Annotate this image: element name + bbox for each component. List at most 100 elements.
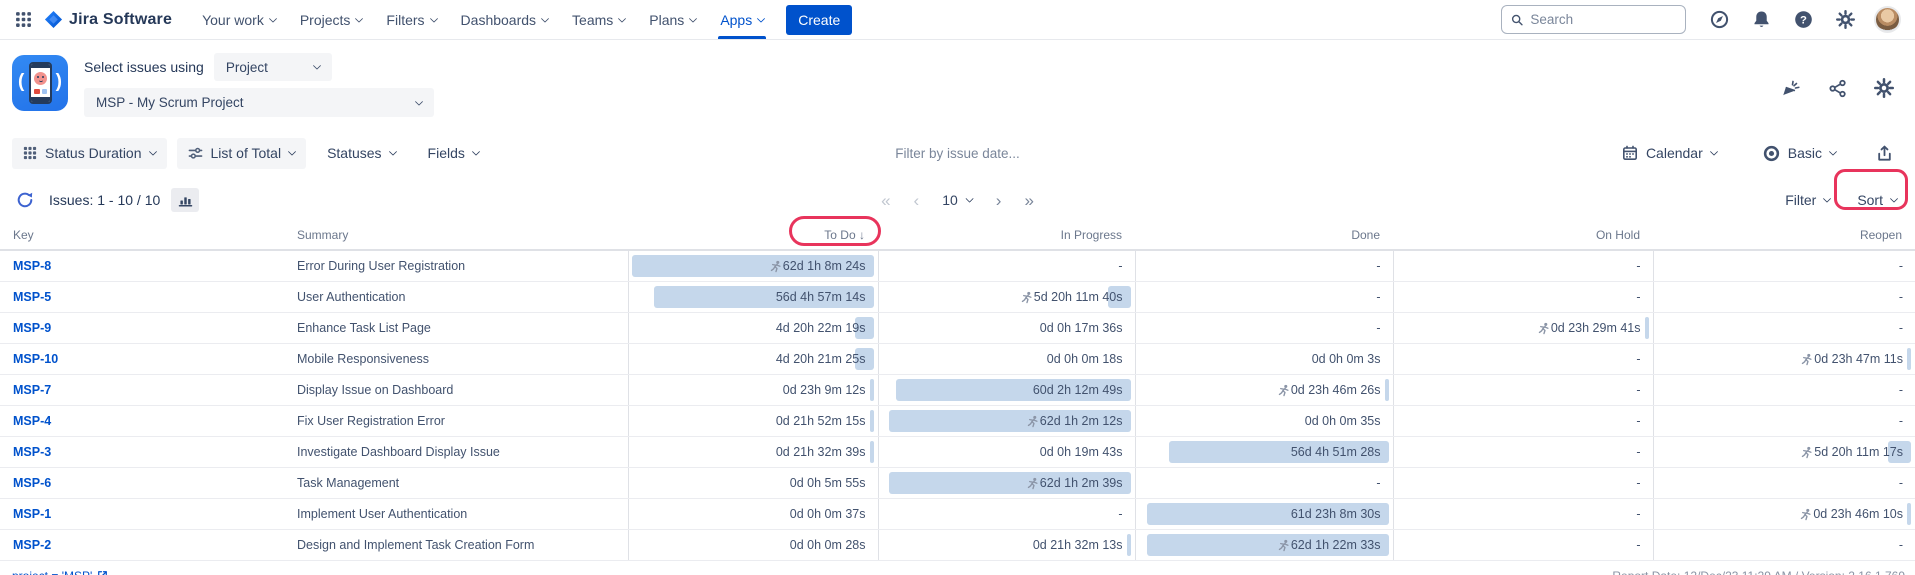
duration-value: 0d 23h 9m 12s — [783, 383, 866, 397]
export-icon[interactable] — [1871, 140, 1897, 166]
eye-icon — [1763, 145, 1780, 162]
nav-item-projects[interactable]: Projects — [288, 0, 375, 39]
chart-view-button[interactable] — [171, 188, 199, 212]
search-input[interactable] — [1530, 12, 1676, 27]
column-header-on-hold[interactable]: On Hold — [1393, 220, 1653, 250]
running-status-icon — [1277, 384, 1290, 397]
issue-key-link[interactable]: MSP-4 — [13, 414, 51, 428]
nav-item-dashboards[interactable]: Dashboards — [449, 0, 561, 39]
detail-level-select[interactable]: Basic — [1752, 138, 1847, 169]
duration-value: 0d 0h 17m 36s — [1040, 321, 1123, 335]
project-select[interactable]: MSP - My Scrum Project — [84, 88, 434, 117]
column-header-to-do[interactable]: To Do ↓ — [628, 220, 878, 250]
column-header-reopen[interactable]: Reopen — [1653, 220, 1915, 250]
column-header-label: Done — [1351, 228, 1380, 242]
view-mode-select[interactable]: List of Total — [177, 138, 307, 169]
nav-item-label: Apps — [720, 12, 752, 28]
issue-key-link[interactable]: MSP-9 — [13, 321, 51, 335]
duration-cell: 56d 4h 57m 14s — [628, 282, 878, 313]
issue-source-select[interactable]: Project — [214, 53, 332, 81]
issue-key-link[interactable]: MSP-7 — [13, 383, 51, 397]
nav-item-filters[interactable]: Filters — [374, 0, 448, 39]
issue-row: MSP-9Enhance Task List Page4d 20h 22m 19… — [0, 313, 1915, 344]
duration-cell: - — [1393, 344, 1653, 375]
duration-cell: - — [1653, 468, 1915, 499]
duration-value: 0d 0h 0m 37s — [790, 507, 866, 521]
chevron-down-icon — [355, 14, 363, 22]
column-header-label: Reopen — [1860, 228, 1902, 242]
sort-dropdown[interactable]: Sort — [1857, 192, 1897, 208]
issue-key-link[interactable]: MSP-6 — [13, 476, 51, 490]
column-header-done[interactable]: Done — [1135, 220, 1393, 250]
issues-count: Issues: 1 - 10 / 10 — [49, 192, 160, 208]
chevron-down-icon — [618, 14, 626, 22]
issue-row: MSP-7Display Issue on Dashboard0d 23h 9m… — [0, 375, 1915, 406]
search-icon — [1511, 13, 1523, 27]
duration-cell: - — [1393, 282, 1653, 313]
first-page-button[interactable]: « — [881, 192, 890, 209]
column-header-label: Summary — [297, 228, 348, 242]
settings-icon[interactable] — [1832, 7, 1858, 33]
empty-duration: - — [1899, 538, 1903, 552]
issue-summary-cell: Implement User Authentication — [284, 499, 628, 530]
issue-summary-cell: Investigate Dashboard Display Issue — [284, 437, 628, 468]
nav-item-your-work[interactable]: Your work — [190, 0, 288, 39]
share-icon[interactable] — [1824, 75, 1850, 101]
help-icon[interactable]: ? — [1790, 7, 1816, 33]
fields-select[interactable]: Fields — [417, 138, 490, 169]
duration-cell: - — [1393, 530, 1653, 561]
issue-key-link[interactable]: MSP-2 — [13, 538, 51, 552]
issue-row: MSP-2Design and Implement Task Creation … — [0, 530, 1915, 561]
column-header-label: To Do — [824, 228, 855, 242]
date-filter[interactable]: Filter by issue date... — [895, 146, 1020, 161]
duration-cell: 4d 20h 22m 19s — [628, 313, 878, 344]
next-page-button[interactable]: › — [996, 192, 1002, 209]
user-avatar[interactable] — [1874, 6, 1901, 33]
duration-cell: 0d 21h 32m 13s — [878, 530, 1135, 561]
nav-item-label: Your work — [202, 12, 264, 28]
issue-key-link[interactable]: MSP-1 — [13, 507, 51, 521]
calendar-select[interactable]: Calendar — [1611, 138, 1728, 169]
notifications-icon[interactable] — [1748, 7, 1774, 33]
duration-cell: - — [1393, 437, 1653, 468]
jql-filter-link[interactable]: project = 'MSP' — [12, 569, 108, 575]
nav-item-apps[interactable]: Apps — [708, 0, 776, 39]
filter-dropdown[interactable]: Filter — [1785, 192, 1830, 208]
duration-cell: - — [1393, 250, 1653, 282]
prev-page-button[interactable]: ‹ — [914, 192, 920, 209]
app-logo-icon: ( ) — [12, 55, 68, 111]
page-size-select[interactable]: 10 — [942, 192, 973, 208]
jira-brand[interactable]: Jira Software — [44, 10, 172, 29]
column-header-in-progress[interactable]: In Progress — [878, 220, 1135, 250]
report-type-select[interactable]: Status Duration — [12, 138, 167, 169]
announcement-icon[interactable] — [1777, 75, 1803, 101]
issue-key-link[interactable]: MSP-8 — [13, 259, 51, 273]
issue-summary-cell: User Authentication — [284, 282, 628, 313]
last-page-button[interactable]: » — [1024, 192, 1033, 209]
top-nav: Jira Software Your work ProjectsFiltersDa… — [0, 0, 1915, 40]
duration-cell: - — [1653, 406, 1915, 437]
chevron-down-icon — [757, 14, 765, 22]
column-header-key[interactable]: Key — [0, 220, 284, 250]
external-link-icon — [97, 570, 108, 575]
nav-item-plans[interactable]: Plans — [637, 0, 708, 39]
duration-cell: 0d 21h 52m 15s — [628, 406, 878, 437]
refresh-icon[interactable] — [12, 187, 38, 213]
chevron-down-icon — [1890, 194, 1898, 202]
issue-key-cell: MSP-6 — [0, 468, 284, 499]
duration-value: 62d 1h 2m 12s — [1040, 414, 1123, 428]
column-header-summary[interactable]: Summary — [284, 220, 628, 250]
discover-icon[interactable] — [1706, 7, 1732, 33]
report-settings-icon[interactable] — [1871, 75, 1897, 101]
nav-item-teams[interactable]: Teams — [560, 0, 637, 39]
create-button[interactable]: Create — [786, 5, 852, 35]
statuses-select[interactable]: Statuses — [316, 138, 406, 169]
chevron-down-icon — [388, 147, 396, 155]
app-switcher-icon[interactable] — [10, 7, 36, 33]
issue-key-link[interactable]: MSP-3 — [13, 445, 51, 459]
issue-key-link[interactable]: MSP-5 — [13, 290, 51, 304]
issue-key-link[interactable]: MSP-10 — [13, 352, 58, 366]
issues-table: Key Summary To Do ↓In Progress Done On Hold R… — [0, 220, 1915, 561]
duration-cell: - — [1135, 468, 1393, 499]
empty-duration: - — [1899, 290, 1903, 304]
